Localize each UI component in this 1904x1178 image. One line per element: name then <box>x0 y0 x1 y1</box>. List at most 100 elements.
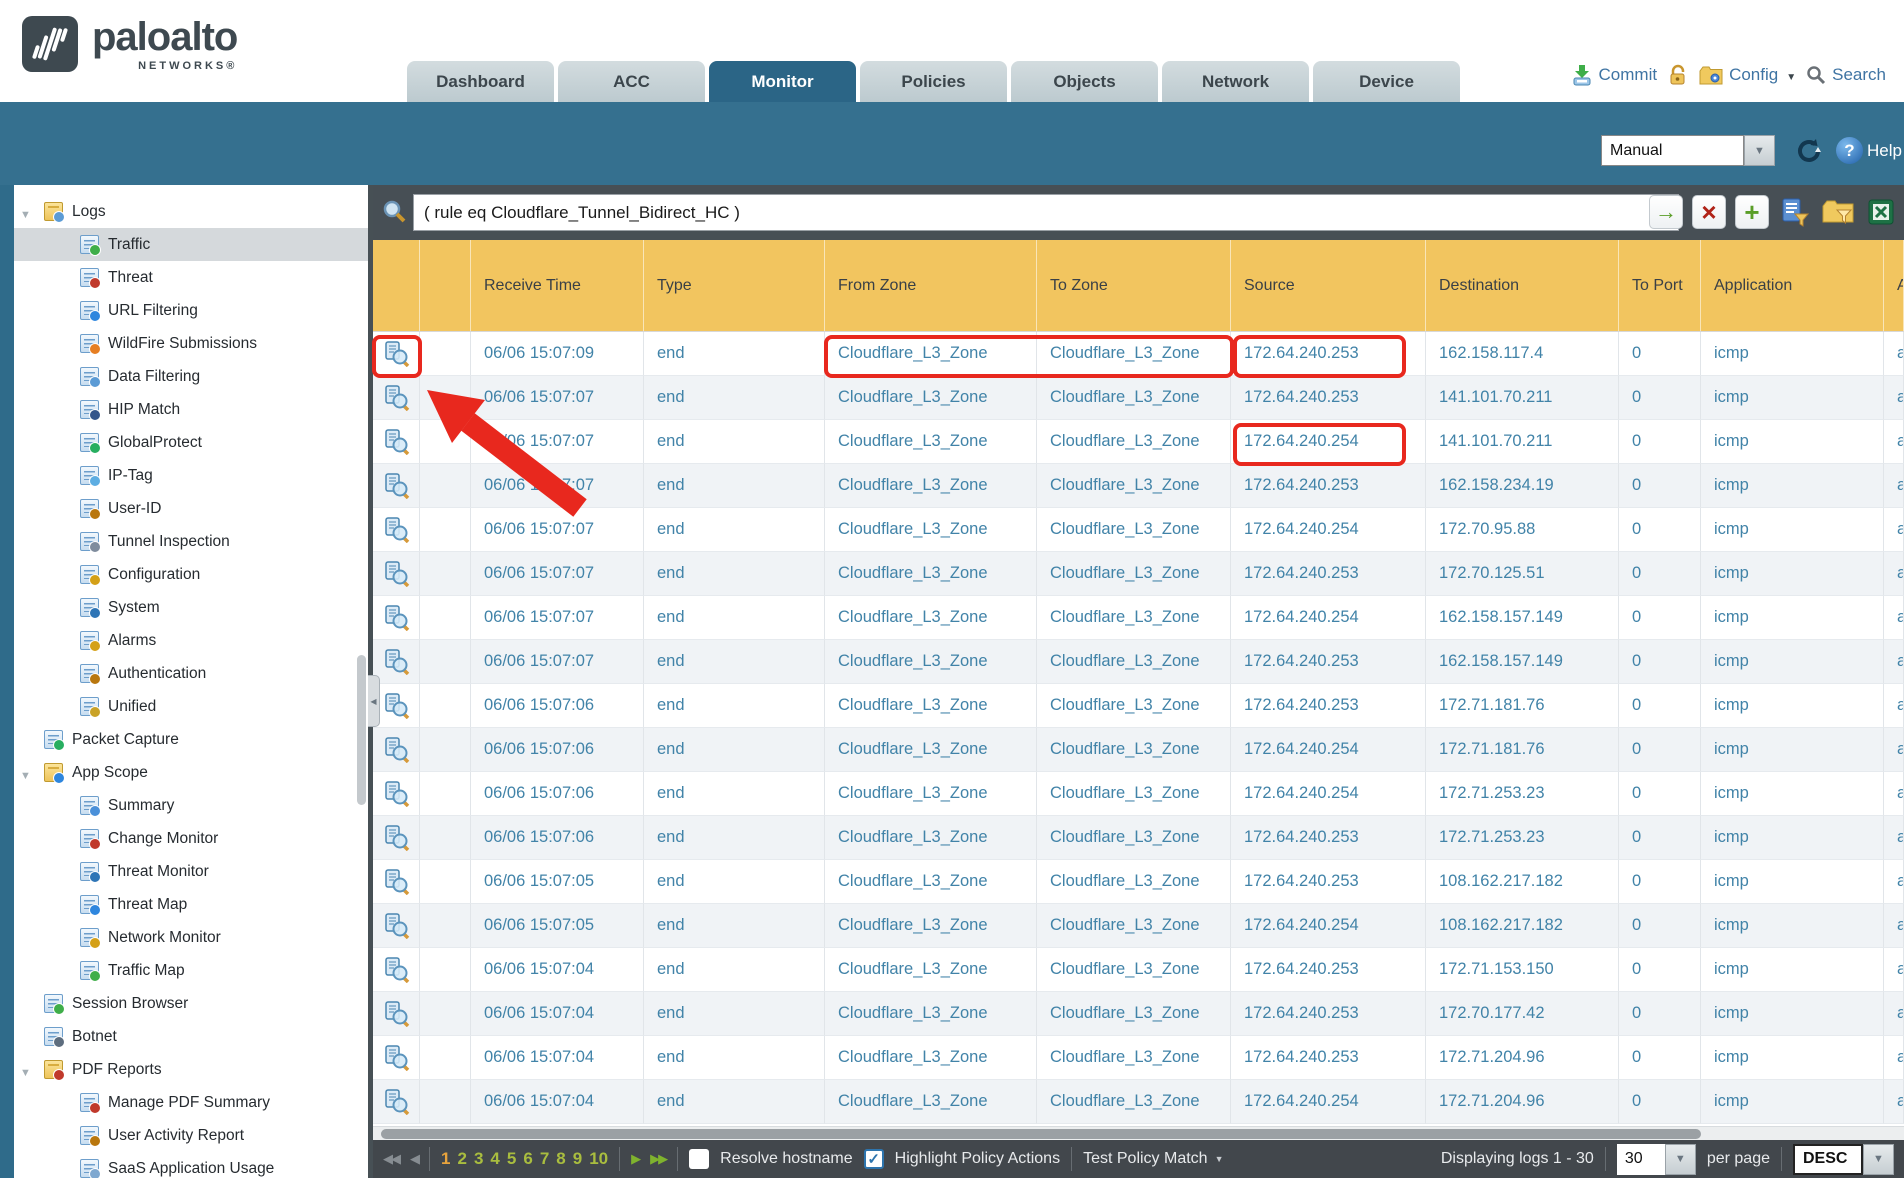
cell-source[interactable]: 172.64.240.253 <box>1231 992 1426 1036</box>
log-detail-icon[interactable] <box>383 736 410 763</box>
cell-from-zone[interactable]: Cloudflare_L3_Zone <box>825 596 1037 640</box>
page-8-button[interactable]: 8 <box>556 1149 565 1169</box>
sidebar-collapse-button[interactable] <box>368 675 380 727</box>
log-detail-icon[interactable] <box>383 516 410 543</box>
cell-type[interactable]: end <box>644 1036 825 1080</box>
log-detail-icon[interactable] <box>383 472 410 499</box>
cell-to-port[interactable]: 0 <box>1619 684 1701 728</box>
cell-application[interactable]: icmp <box>1701 728 1884 772</box>
cell-receive-time[interactable]: 06/06 15:07:05 <box>471 904 644 948</box>
cell-receive-time[interactable]: 06/06 15:07:06 <box>471 684 644 728</box>
page-4-button[interactable]: 4 <box>490 1149 499 1169</box>
export-button[interactable] <box>1864 195 1898 229</box>
cell-type[interactable]: end <box>644 816 825 860</box>
cell-source[interactable]: 172.64.240.253 <box>1231 552 1426 596</box>
cell-to-port[interactable]: 0 <box>1619 420 1701 464</box>
log-detail-icon[interactable] <box>383 824 410 851</box>
sidebar-item-threat[interactable]: Threat <box>14 261 368 294</box>
cell-type[interactable]: end <box>644 948 825 992</box>
sidebar-item-unified[interactable]: Unified <box>14 690 368 723</box>
log-detail-icon[interactable] <box>383 340 410 367</box>
lock-button[interactable] <box>1667 64 1689 86</box>
cell-destination[interactable]: 172.71.253.23 <box>1426 816 1619 860</box>
cell-to-port[interactable]: 0 <box>1619 552 1701 596</box>
cell-destination[interactable]: 108.162.217.182 <box>1426 860 1619 904</box>
sidebar-item-user-id[interactable]: User-ID <box>14 492 368 525</box>
cell-action[interactable]: a <box>1884 860 1904 904</box>
cell-application[interactable]: icmp <box>1701 860 1884 904</box>
cell-action[interactable]: a <box>1884 816 1904 860</box>
per-page-select[interactable]: 30 <box>1617 1144 1696 1175</box>
cell-to-zone[interactable]: Cloudflare_L3_Zone <box>1037 596 1231 640</box>
tab-network[interactable]: Network <box>1162 61 1309 102</box>
cell-receive-time[interactable]: 06/06 15:07:07 <box>471 420 644 464</box>
log-detail-icon[interactable] <box>383 692 410 719</box>
expand-caret-icon[interactable] <box>20 205 31 223</box>
page-3-button[interactable]: 3 <box>474 1149 483 1169</box>
resolve-hostname-checkbox[interactable] <box>689 1149 709 1169</box>
cell-action[interactable]: a <box>1884 464 1904 508</box>
cell-receive-time[interactable]: 06/06 15:07:06 <box>471 816 644 860</box>
sidebar-item-user-activity-report[interactable]: User Activity Report <box>14 1119 368 1152</box>
cell-from-zone[interactable]: Cloudflare_L3_Zone <box>825 376 1037 420</box>
sidebar-item-traffic-map[interactable]: Traffic Map <box>14 954 368 987</box>
cell-from-zone[interactable]: Cloudflare_L3_Zone <box>825 684 1037 728</box>
cell-to-port[interactable]: 0 <box>1619 464 1701 508</box>
cell-to-port[interactable]: 0 <box>1619 332 1701 376</box>
cell-destination[interactable]: 141.101.70.211 <box>1426 420 1619 464</box>
cell-action[interactable]: a <box>1884 948 1904 992</box>
sidebar-item-network-monitor[interactable]: Network Monitor <box>14 921 368 954</box>
page-10-button[interactable]: 10 <box>589 1149 608 1169</box>
cell-from-zone[interactable]: Cloudflare_L3_Zone <box>825 640 1037 684</box>
cell-to-zone[interactable]: Cloudflare_L3_Zone <box>1037 772 1231 816</box>
cell-to-zone[interactable]: Cloudflare_L3_Zone <box>1037 992 1231 1036</box>
column-header-application[interactable]: Application <box>1701 240 1884 331</box>
page-6-button[interactable]: 6 <box>523 1149 532 1169</box>
cell-application[interactable]: icmp <box>1701 684 1884 728</box>
per-page-caret-icon[interactable] <box>1665 1144 1696 1175</box>
sidebar-item-tunnel-inspection[interactable]: Tunnel Inspection <box>14 525 368 558</box>
cell-type[interactable]: end <box>644 332 825 376</box>
log-detail-icon[interactable] <box>383 428 410 455</box>
cell-type[interactable]: end <box>644 552 825 596</box>
refresh-mode-select[interactable]: Manual <box>1601 135 1775 166</box>
cell-to-zone[interactable]: Cloudflare_L3_Zone <box>1037 904 1231 948</box>
cell-source[interactable]: 172.64.240.253 <box>1231 816 1426 860</box>
cell-source[interactable]: 172.64.240.254 <box>1231 420 1426 464</box>
cell-from-zone[interactable]: Cloudflare_L3_Zone <box>825 728 1037 772</box>
cell-to-zone[interactable]: Cloudflare_L3_Zone <box>1037 376 1231 420</box>
tab-device[interactable]: Device <box>1313 61 1460 102</box>
cell-application[interactable]: icmp <box>1701 1080 1884 1124</box>
sidebar-item-threat-map[interactable]: Threat Map <box>14 888 368 921</box>
cell-destination[interactable]: 172.70.125.51 <box>1426 552 1619 596</box>
cell-action[interactable]: a <box>1884 728 1904 772</box>
sidebar-item-summary[interactable]: Summary <box>14 789 368 822</box>
cell-to-port[interactable]: 0 <box>1619 772 1701 816</box>
cell-from-zone[interactable]: Cloudflare_L3_Zone <box>825 816 1037 860</box>
log-detail-icon[interactable] <box>383 1088 410 1115</box>
horizontal-scrollbar[interactable] <box>373 1126 1904 1140</box>
cell-source[interactable]: 172.64.240.253 <box>1231 332 1426 376</box>
previous-page-button[interactable] <box>410 1151 418 1167</box>
page-5-button[interactable]: 5 <box>507 1149 516 1169</box>
commit-button[interactable]: Commit <box>1571 64 1658 86</box>
cell-to-zone[interactable]: Cloudflare_L3_Zone <box>1037 1036 1231 1080</box>
cell-type[interactable]: end <box>644 420 825 464</box>
cell-receive-time[interactable]: 06/06 15:07:09 <box>471 332 644 376</box>
cell-source[interactable]: 172.64.240.254 <box>1231 904 1426 948</box>
cell-from-zone[interactable]: Cloudflare_L3_Zone <box>825 332 1037 376</box>
cell-to-port[interactable]: 0 <box>1619 860 1701 904</box>
cell-application[interactable]: icmp <box>1701 332 1884 376</box>
sidebar-item-traffic[interactable]: Traffic <box>14 228 368 261</box>
cell-receive-time[interactable]: 06/06 15:07:07 <box>471 464 644 508</box>
cell-source[interactable]: 172.64.240.253 <box>1231 464 1426 508</box>
cell-application[interactable]: icmp <box>1701 640 1884 684</box>
log-detail-icon[interactable] <box>383 648 410 675</box>
tab-policies[interactable]: Policies <box>860 61 1007 102</box>
sidebar-item-threat-monitor[interactable]: Threat Monitor <box>14 855 368 888</box>
cell-to-port[interactable]: 0 <box>1619 508 1701 552</box>
clear-filter-button[interactable] <box>1692 195 1726 229</box>
next-page-button[interactable] <box>631 1151 639 1167</box>
tab-acc[interactable]: ACC <box>558 61 705 102</box>
log-filter-input[interactable] <box>413 194 1679 231</box>
